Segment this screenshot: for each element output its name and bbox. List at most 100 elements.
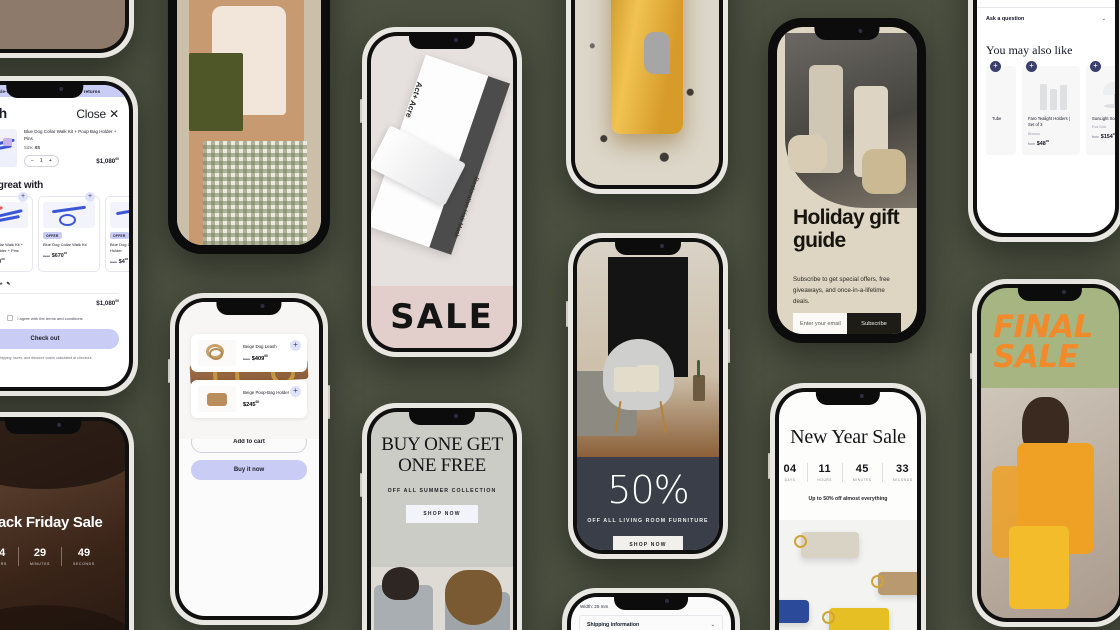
recommendation-card[interactable]: + SunLight Solar Lamps Eva Solo from$154… bbox=[1086, 60, 1115, 155]
pouch-shape bbox=[207, 393, 227, 406]
sale-banner: SALE bbox=[371, 286, 513, 348]
price-cents: 00 bbox=[255, 399, 259, 404]
accordion-shipping-information[interactable]: Shipping information ⌄ bbox=[977, 0, 1115, 7]
notch bbox=[1017, 284, 1083, 301]
add-icon[interactable]: + bbox=[990, 60, 1001, 72]
buy-it-now-button[interactable]: Buy it now bbox=[191, 460, 307, 480]
subscribe-form[interactable]: Enter your email Subscribe bbox=[793, 313, 901, 334]
add-icon[interactable]: + bbox=[1090, 60, 1101, 72]
add-icon[interactable]: + bbox=[290, 386, 301, 397]
countdown-value: 49 bbox=[77, 547, 91, 559]
device-act-acre: Act+ Acre Restorative Hair Mask SALE bbox=[360, 27, 522, 357]
close-label: Close bbox=[76, 107, 106, 121]
volume-button[interactable] bbox=[360, 473, 362, 497]
add-icon[interactable]: + bbox=[18, 192, 28, 203]
countdown-cell: 11 HOURS bbox=[808, 463, 844, 482]
add-icon[interactable]: + bbox=[1026, 60, 1037, 72]
bogo-photo bbox=[371, 567, 513, 630]
oil-bottle bbox=[611, 0, 683, 134]
chevron-down-icon[interactable]: ⌄ bbox=[711, 622, 715, 628]
add-icon[interactable]: + bbox=[85, 192, 95, 203]
quantity-stepper[interactable]: − 1 + bbox=[24, 155, 59, 168]
upsell-card[interactable]: + OFFER Blue Dog Collar Walk Kit Holder … bbox=[105, 196, 129, 272]
recommendation-name: SunLight Solar Lamps bbox=[1092, 115, 1115, 121]
price-from: from bbox=[1092, 135, 1099, 140]
recommendation-card[interactable]: + Faro Tealight Holders | Set of 3 Blomu… bbox=[1022, 60, 1080, 155]
countdown-label: HOURS bbox=[817, 478, 833, 482]
chevron-down-icon[interactable]: ⌄ bbox=[1102, 16, 1106, 22]
upsell-name: Blue Dog Collar Walk Kit bbox=[43, 242, 87, 248]
close-icon[interactable]: ✕ bbox=[109, 107, 119, 121]
email-input[interactable]: Enter your email bbox=[793, 313, 847, 334]
accordion-shipping-information[interactable]: Shipping information ⌄ bbox=[579, 615, 723, 630]
power-button[interactable] bbox=[728, 329, 730, 363]
terms-checkbox[interactable] bbox=[7, 315, 14, 322]
pairs-product-info: Beige Poop-Bag Holder $24500 bbox=[243, 390, 289, 407]
qty-increment[interactable]: + bbox=[49, 158, 52, 164]
upsell-card[interactable]: + OFFER Blue Dog Collar Walk Kit + Poop … bbox=[0, 192, 33, 272]
chair-leg bbox=[659, 401, 667, 434]
countdown-value: 11 bbox=[818, 463, 831, 475]
leash-strap bbox=[115, 207, 129, 216]
screen-holiday: Holiday gift guide Subscribe to get spec… bbox=[777, 27, 917, 334]
recommendation-card[interactable]: + Tube bbox=[986, 60, 1016, 155]
size-label: Size: bbox=[24, 145, 34, 151]
bezel: BUY ONE GET ONE FREE OFF ALL SUMMER COLL… bbox=[367, 408, 517, 630]
bezel bbox=[571, 0, 723, 189]
pouch-blue bbox=[779, 600, 810, 624]
power-button[interactable] bbox=[328, 385, 330, 419]
upsell-price: from $400 bbox=[110, 257, 129, 265]
device-final-sale: FINAL SALE bbox=[970, 279, 1120, 627]
volume-button[interactable] bbox=[970, 353, 972, 379]
screen-product: Pairs well with + Beige Dog Leash from$4… bbox=[179, 302, 319, 616]
bogo-banner: BUY ONE GET ONE FREE OFF ALL SUMMER COLL… bbox=[371, 412, 513, 523]
accordion-ask-a-question[interactable]: Ask a question ⌄ bbox=[977, 6, 1115, 30]
accordion-label: Ask a question bbox=[986, 15, 1025, 22]
offer-badge: OFFER bbox=[43, 232, 62, 240]
upsell-name: Blue Dog Collar Walk Kit + Poop Bag Hold… bbox=[0, 242, 24, 254]
screen-act-acre: Act+ Acre Restorative Hair Mask SALE bbox=[371, 36, 513, 348]
qty-decrement[interactable]: − bbox=[31, 158, 34, 164]
upsell-carousel[interactable]: + OFFER Blue Dog Collar Walk Kit + Poop … bbox=[0, 192, 129, 272]
final-sale-line1: FINAL bbox=[993, 309, 1093, 345]
checkout-button[interactable]: Check out bbox=[0, 329, 119, 350]
bezel bbox=[0, 0, 129, 53]
volume-button[interactable] bbox=[768, 453, 770, 479]
shop-now-button[interactable]: SHOP NOW bbox=[613, 536, 683, 550]
countdown-value: 45 bbox=[855, 463, 869, 475]
screen-furniture: 50% OFF ALL LIVING ROOM FURNITURE SHOP N… bbox=[577, 242, 719, 550]
device-black-friday: Black Friday Sale 14 HOURS 29 MINUTES 49… bbox=[0, 412, 134, 630]
subscribe-button[interactable]: Subscribe bbox=[847, 313, 901, 334]
bezel: FINAL SALE bbox=[977, 284, 1120, 622]
price-amount: $154 bbox=[1100, 134, 1113, 141]
countdown-cell: 29 MINUTES bbox=[19, 547, 63, 566]
bezel: Holiday gift guide Subscribe to get spec… bbox=[773, 23, 921, 338]
recommendations-carousel[interactable]: + Tube + Faro Tealight Holders | Set of … bbox=[977, 60, 1115, 165]
add-icon[interactable]: + bbox=[290, 340, 301, 351]
upsell-name: Blue Dog Collar Walk Kit Holder bbox=[110, 242, 129, 254]
edit-note-icon[interactable]: ✎ bbox=[6, 281, 10, 287]
screen-cart: Hassle-free returns. 30-day postage paid… bbox=[0, 85, 129, 387]
tealight-holder bbox=[1040, 83, 1047, 110]
notch bbox=[815, 388, 881, 405]
recommendation-price: from $4800 bbox=[1028, 139, 1074, 147]
cart-title: Fetch bbox=[0, 105, 7, 121]
eyelash-lower bbox=[0, 604, 125, 630]
upsell-price: from $67000 bbox=[43, 251, 95, 259]
device-pdp: elegant look. Designed by Tools (Claus J… bbox=[968, 0, 1120, 242]
pairs-product-card[interactable]: + Beige Poop-Bag Holder $24500 bbox=[191, 380, 307, 418]
screen-pdp: elegant look. Designed by Tools (Claus J… bbox=[977, 0, 1115, 233]
pairs-product-card[interactable]: + Beige Dog Leash from $40900 bbox=[191, 334, 307, 372]
subtotal-row: Subtotal $1,08000 bbox=[0, 299, 129, 307]
product-price: $24500 bbox=[243, 400, 289, 408]
final-sale-line2: SALE bbox=[993, 339, 1079, 376]
volume-button[interactable] bbox=[168, 359, 170, 383]
close-button[interactable]: Close ✕ bbox=[76, 107, 119, 121]
volume-button[interactable] bbox=[566, 301, 568, 327]
upsell-card[interactable]: + OFFER Blue Dog Collar Walk Kit from $67… bbox=[38, 192, 100, 272]
terms-row[interactable]: I agree with the terms and conditions bbox=[0, 307, 129, 322]
shop-now-button[interactable]: SHOP NOW bbox=[406, 504, 478, 523]
add-order-note[interactable]: Add order note ✎ bbox=[0, 272, 129, 287]
device-holiday-guide: Holiday gift guide Subscribe to get spec… bbox=[768, 18, 926, 343]
volume-button[interactable] bbox=[360, 99, 362, 123]
